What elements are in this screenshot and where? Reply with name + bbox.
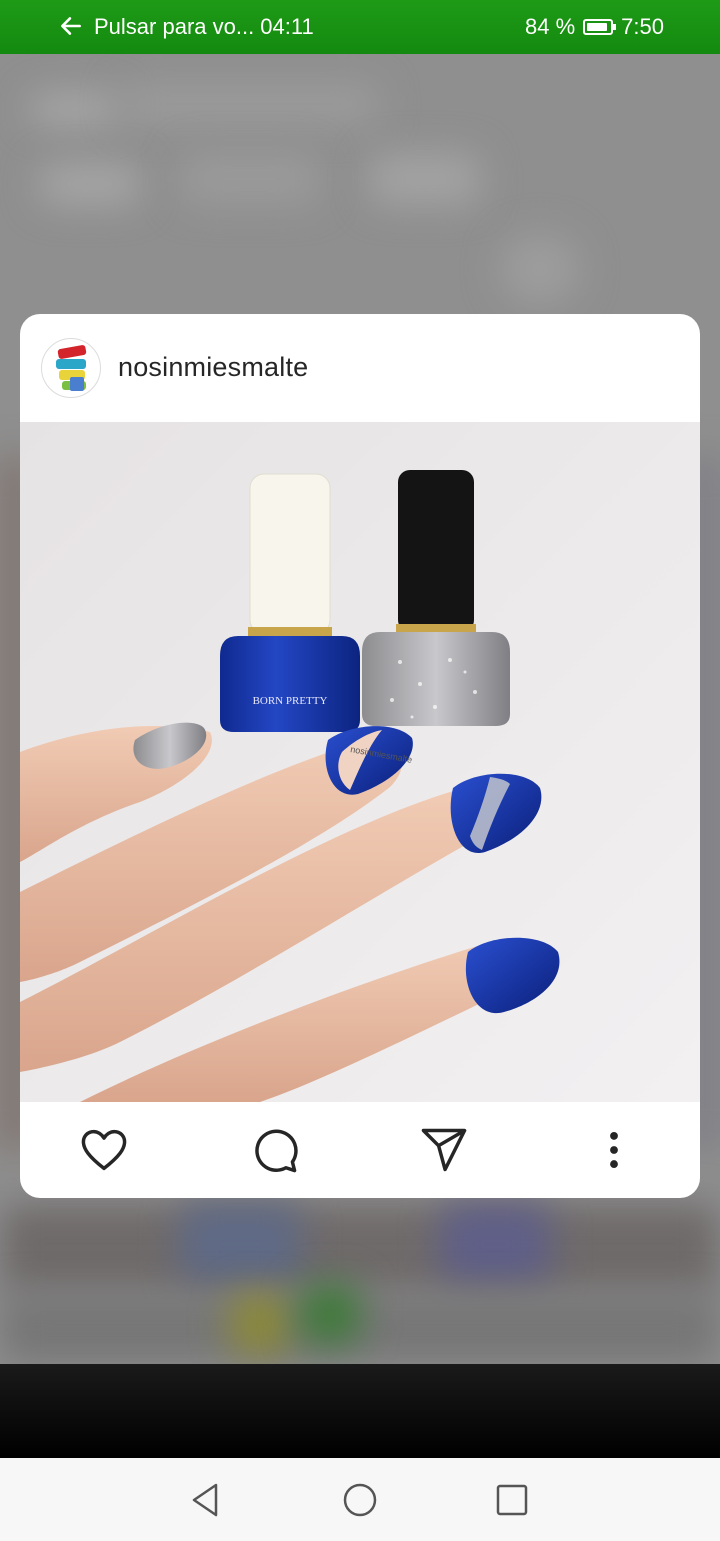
post-image[interactable]: BORN PRETTY nosinmiesmalte (20, 422, 700, 1102)
navigation-bar (0, 1458, 720, 1541)
nav-recents-icon[interactable] (492, 1480, 532, 1520)
more-icon[interactable] (588, 1124, 640, 1176)
bottle-brand-label: BORN PRETTY (253, 695, 328, 707)
post-preview-card[interactable]: nosinmiesmalte BORN PRETTY nosinmiesmalt… (20, 314, 700, 1198)
return-to-call-text[interactable]: Pulsar para vo... 04:11 (94, 14, 314, 40)
post-username[interactable]: nosinmiesmalte (118, 352, 308, 383)
battery-percent: 84 % (525, 14, 576, 39)
avatar[interactable] (41, 338, 101, 398)
status-icons: 84 % 7:50 (525, 14, 664, 40)
post-actions (20, 1102, 700, 1198)
back-arrow-icon[interactable] (58, 13, 84, 39)
comment-icon[interactable] (248, 1124, 300, 1176)
nav-back-icon[interactable] (186, 1480, 226, 1520)
nav-home-icon[interactable] (340, 1480, 380, 1520)
post-header: nosinmiesmalte (20, 314, 700, 422)
heart-icon[interactable] (78, 1124, 130, 1176)
status-bar: Pulsar para vo... 04:11 84 % 7:50 (0, 0, 720, 54)
battery-icon (583, 19, 617, 35)
clock: 7:50 (621, 14, 664, 39)
share-icon[interactable] (418, 1124, 470, 1176)
